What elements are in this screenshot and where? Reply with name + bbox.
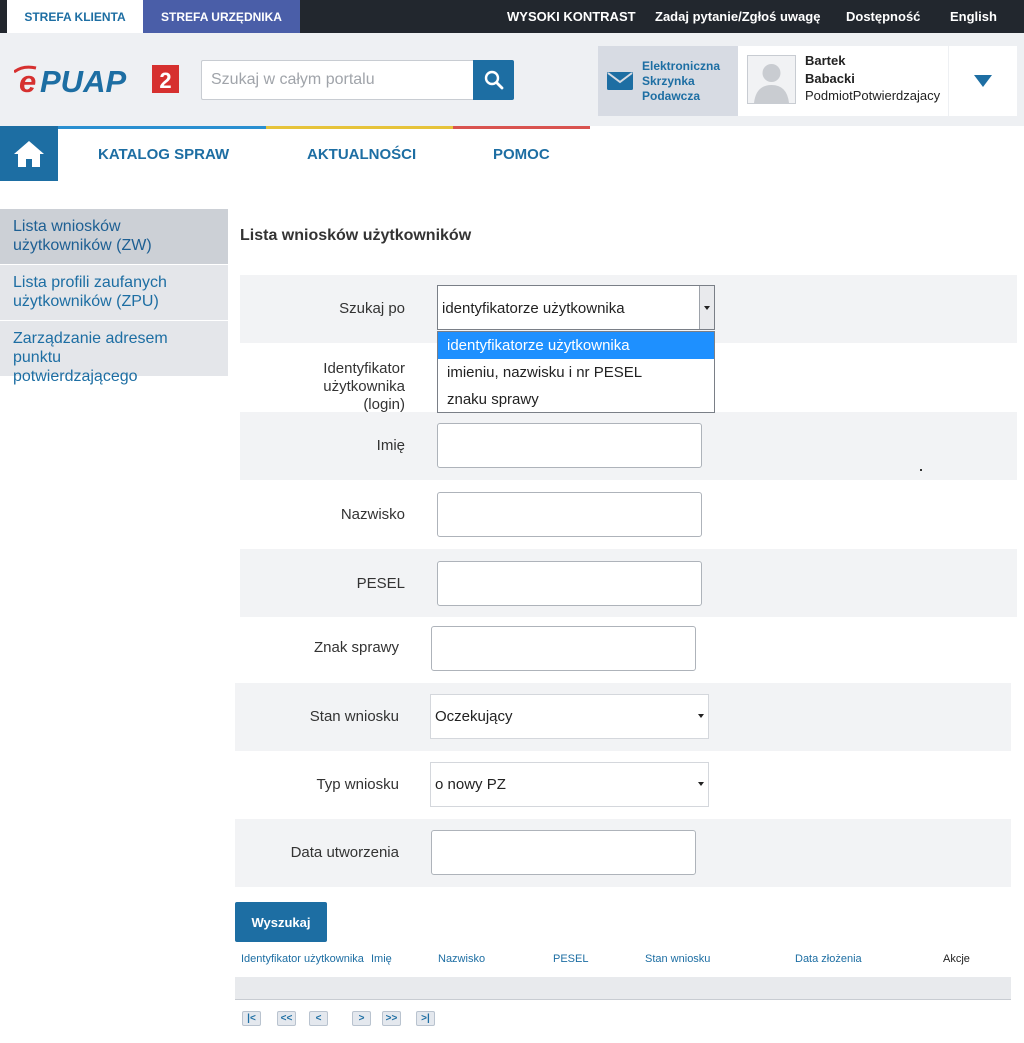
column-header-actions: Akcje [943, 953, 970, 965]
user-avatar-icon [754, 64, 789, 103]
nav-color-bar-red [453, 126, 590, 129]
svg-text:2: 2 [159, 68, 171, 93]
pager-next-fast-button[interactable]: >> [382, 1011, 401, 1026]
pesel-label: PESEL [356, 575, 405, 592]
pager-prev-fast-button[interactable]: << [277, 1011, 296, 1026]
status-select[interactable]: Oczekujący [430, 694, 709, 739]
nav-catalog[interactable]: KATALOG SPRAW [98, 146, 229, 163]
user-menu-button[interactable] [948, 46, 1017, 116]
column-header-last-name[interactable]: Nazwisko [438, 953, 485, 965]
column-header-status[interactable]: Stan wniosku [645, 953, 710, 965]
login-label: Identyfikator użytkownika (login) [323, 360, 405, 413]
search-by-dropdown: identyfikatorze użytkownika imieniu, naz… [437, 331, 715, 413]
accessibility-link[interactable]: Dostępność [846, 0, 920, 33]
chevron-down-icon [698, 714, 704, 718]
search-by-label: Szukaj po [339, 300, 405, 317]
avatar[interactable] [747, 55, 796, 104]
dropdown-option-name-pesel[interactable]: imieniu, nazwisku i nr PESEL [438, 359, 714, 386]
tab-client-zone[interactable]: STREFA KLIENTA [7, 0, 143, 33]
dropdown-option-user-id[interactable]: identyfikatorze użytkownika [438, 332, 714, 359]
column-header-first-name[interactable]: Imię [371, 953, 392, 965]
sidebar-item-user-applications[interactable]: Lista wniosków użytkowników (ZW) [0, 209, 228, 264]
search-by-select[interactable]: identyfikatorze użytkownika [437, 285, 715, 330]
nav-color-bar-blue [58, 126, 266, 129]
pager-first-button[interactable]: |< [242, 1011, 261, 1026]
created-date-label: Data utworzenia [290, 844, 399, 861]
tab-official-zone[interactable]: STREFA URZĘDNIKA [143, 0, 300, 33]
created-date-input[interactable] [431, 830, 696, 875]
nav-news[interactable]: AKTUALNOŚCI [307, 146, 416, 163]
chevron-down-icon[interactable] [699, 286, 714, 329]
mailbox-label: Elektroniczna Skrzynka Podawcza [642, 58, 721, 103]
dropdown-option-case-number[interactable]: znaku sprawy [438, 386, 714, 413]
search-by-value: identyfikatorze użytkownika [442, 300, 625, 317]
search-button[interactable] [473, 60, 514, 100]
svg-text:PUAP: PUAP [40, 64, 126, 98]
top-bar: STREFA KLIENTA STREFA URZĘDNIKA WYSOKI K… [0, 0, 1024, 33]
table-empty-row [235, 977, 1011, 1000]
status-value: Oczekujący [435, 708, 513, 725]
sidebar-item-trusted-profiles[interactable]: Lista profili zaufanych użytkowników (ZP… [0, 265, 228, 320]
user-first-name: Bartek [805, 53, 846, 68]
case-number-input[interactable] [431, 626, 696, 671]
user-last-name: Babacki [805, 71, 855, 86]
column-header-submitted-date[interactable]: Data złożenia [795, 953, 862, 965]
pesel-input[interactable] [437, 561, 702, 606]
submit-search-button[interactable]: Wyszukaj [235, 902, 327, 942]
page-title: Lista wniosków użytkowników [240, 227, 472, 244]
electronic-mailbox-button[interactable]: Elektroniczna Skrzynka Podawcza [598, 46, 738, 116]
sidebar-item-confirmation-address[interactable]: Zarządzanie adresem punktu potwierdzając… [0, 321, 228, 385]
status-label: Stan wniosku [309, 708, 399, 725]
stray-dot [920, 469, 922, 471]
nav-help[interactable]: POMOC [493, 146, 550, 163]
type-value: o nowy PZ [435, 776, 506, 793]
epuap-logo-icon: e PUAP 2 [13, 64, 179, 99]
home-button[interactable] [0, 126, 58, 181]
nav-color-bar-yellow [266, 126, 453, 129]
english-language-link[interactable]: English [950, 0, 997, 33]
pager-last-button[interactable]: >| [416, 1011, 435, 1026]
chevron-down-icon [698, 782, 704, 786]
type-label: Typ wniosku [316, 776, 399, 793]
pager-prev-button[interactable]: < [309, 1011, 328, 1026]
user-role: PodmiotPotwierdzajacy [805, 88, 941, 103]
pager-next-button[interactable]: > [352, 1011, 371, 1026]
portal-search-input[interactable] [201, 60, 473, 100]
ask-question-link[interactable]: Zadaj pytanie/Zgłoś uwagę [655, 0, 820, 33]
first-name-input[interactable] [437, 423, 702, 468]
type-select[interactable]: o nowy PZ [430, 762, 709, 807]
case-number-label: Znak sprawy [313, 639, 399, 656]
home-icon [14, 140, 44, 167]
epuap-logo[interactable]: e PUAP 2 [13, 62, 180, 99]
envelope-icon [607, 72, 633, 90]
search-icon [484, 70, 503, 90]
high-contrast-link[interactable]: WYSOKI KONTRAST [507, 0, 636, 33]
last-name-input[interactable] [437, 492, 702, 537]
column-header-pesel[interactable]: PESEL [553, 953, 588, 965]
column-header-user-id[interactable]: Identyfikator użytkownika [241, 953, 364, 965]
chevron-down-icon [974, 75, 992, 87]
last-name-label: Nazwisko [340, 506, 405, 523]
svg-text:e: e [19, 64, 36, 98]
user-info: Bartek Babacki PodmiotPotwierdzajacy [738, 46, 948, 116]
first-name-label: Imię [376, 437, 405, 454]
